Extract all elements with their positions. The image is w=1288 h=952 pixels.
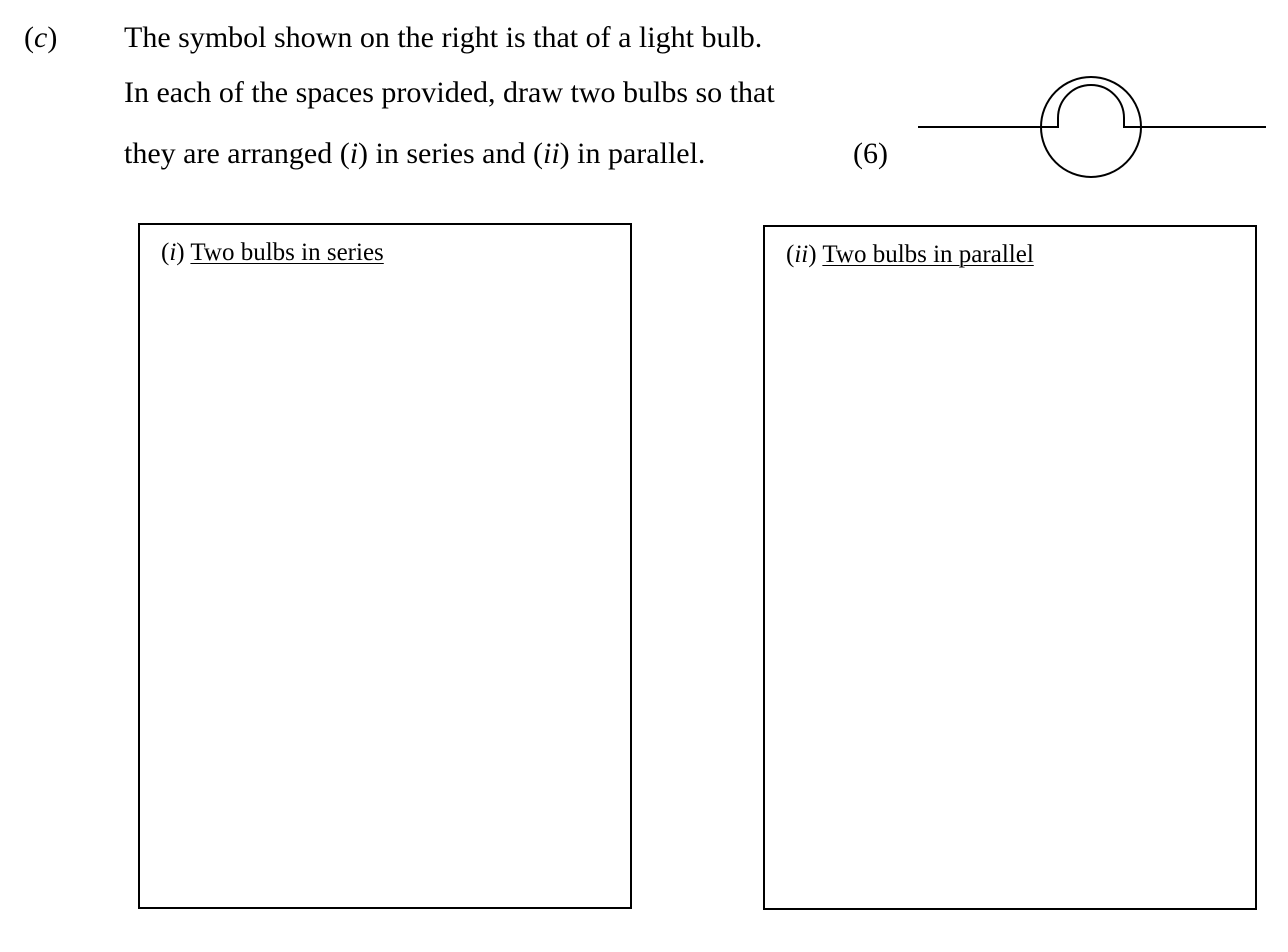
question-marks: (6): [853, 137, 888, 170]
question-part-label: (c): [24, 21, 58, 54]
question-line-3-start: they are arranged (: [124, 137, 350, 170]
question-line-3-end: ) in parallel.: [559, 137, 706, 170]
question-line-3: they are arranged (i) in series and (ii)…: [124, 134, 705, 174]
answer-box-parallel-numeral: ii: [794, 241, 809, 268]
answer-box-series[interactable]: (i) Two bulbs in series: [138, 223, 632, 909]
question-line-1: The symbol shown on the right is that of…: [124, 21, 763, 54]
question-part-letter: c: [34, 21, 48, 54]
question-line-3-middle: ) in series and (: [358, 137, 543, 170]
answer-box-series-title: Two bulbs in series: [190, 239, 384, 266]
answer-box-parallel-title: Two bulbs in parallel: [822, 241, 1034, 268]
answer-box-parallel-caption: (ii) Two bulbs in parallel: [786, 241, 1034, 268]
light-bulb-symbol-icon: [918, 76, 1266, 178]
answer-box-series-caption: (i) Two bulbs in series: [161, 239, 384, 266]
question-line-2: In each of the spaces provided, draw two…: [124, 76, 775, 109]
question-line-3-numeral-ii: ii: [542, 137, 560, 170]
answer-box-parallel[interactable]: (ii) Two bulbs in parallel: [763, 225, 1257, 910]
question-line-3-numeral-i: i: [349, 137, 359, 170]
answer-box-series-numeral: i: [169, 239, 177, 266]
